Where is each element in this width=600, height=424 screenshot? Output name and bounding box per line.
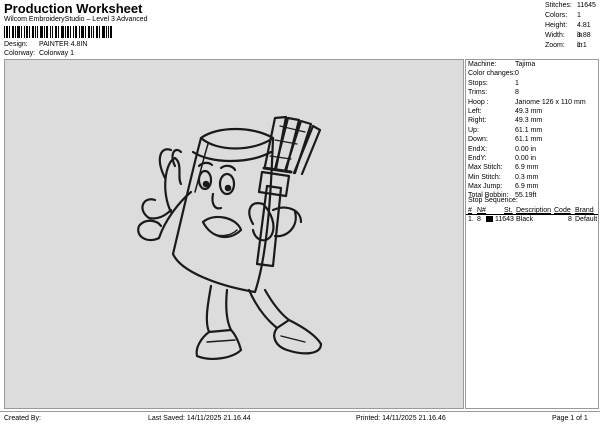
machine-info-value: 6.9 mm [515, 164, 539, 172]
machine-info-row: Up: 61.1 mm [466, 126, 598, 135]
machine-info-value: 0.00 in [515, 154, 537, 162]
zoom-value: 1:1 [577, 42, 587, 49]
machine-info-row: Machine: Tajima [466, 60, 598, 69]
machine-info-label: Min Stitch: [468, 173, 501, 181]
col-description: Description [516, 207, 552, 214]
machine-info-row: Max Stitch: 6.9 mm [466, 163, 598, 172]
stitches-label: Stitches: [545, 2, 572, 9]
footer: Created By: Last Saved: 14/11/2025 21.16… [0, 411, 600, 424]
machine-info-label: Color changes: [468, 70, 516, 78]
col-n: N# [477, 207, 486, 214]
page-title: Production Worksheet [4, 1, 143, 16]
width-label: Width: [545, 32, 565, 39]
color-swatch [486, 216, 493, 222]
machine-info-label: Trims: [468, 89, 488, 97]
colors-label: Colors: [545, 12, 568, 19]
machine-info-label: Machine: [468, 61, 497, 68]
colorway-label: Colorway: [4, 50, 36, 57]
machine-info-value: 1 [515, 79, 519, 87]
machine-info-value: Janome 126 x 110 mm [515, 98, 586, 106]
stitches-value: 11645 [577, 2, 596, 9]
machine-info-row: Stops: 1 [466, 79, 598, 88]
colors-value: 1 [577, 12, 581, 19]
col-st: St. [504, 207, 513, 214]
machine-info-value: 49.3 mm [515, 117, 543, 125]
machine-info-row: Trims: 8 [466, 88, 598, 97]
machine-info-value: 8 [515, 89, 519, 97]
col-code: Code [554, 207, 571, 214]
machine-info-value: 49.3 mm [515, 107, 543, 115]
machine-info-label: Stops: [468, 79, 488, 87]
machine-info-label: EndY: [468, 154, 487, 162]
row-n: 8 [477, 216, 481, 223]
design-preview [4, 59, 464, 409]
machine-info-value: 0.3 mm [515, 173, 539, 181]
row-stitches: 11643 [495, 216, 514, 223]
machine-info-row: Right: 49.3 mm [466, 116, 598, 125]
row-description: Black [516, 216, 534, 223]
machine-info-row: Down: 61.1 mm [466, 135, 598, 144]
created-by: Created By: [4, 415, 41, 422]
machine-info-row: EndY: 0.00 in [466, 154, 598, 163]
software-subtitle: Wilcom EmbroideryStudio – Level 3 Advanc… [4, 16, 148, 23]
design-row: Design: PAINTER 4.8IN [4, 41, 87, 48]
colorway-row: Colorway: Colorway 1 [4, 50, 74, 57]
row-brand: Default [575, 216, 598, 223]
machine-info-value: 61.1 mm [515, 126, 543, 134]
machine-info-label: Down: [468, 136, 488, 144]
machine-info-label: Up: [468, 126, 479, 134]
machine-info-label: Max Stitch: [468, 164, 503, 172]
design-label: Design: [4, 41, 28, 48]
machine-info-label: Max Jump: [468, 183, 503, 191]
barcode [4, 26, 112, 38]
machine-info-list: Machine: Tajima Color changes: 0 Stops: 1 Trim… [466, 60, 598, 201]
col-num: # [468, 207, 472, 214]
design-value: PAINTER 4.8IN [38, 41, 88, 48]
row-code: 8 [568, 216, 572, 223]
painter-mascot-embroidery [137, 115, 323, 360]
height-label: Height: [545, 22, 568, 29]
machine-info-row: EndX: 0.00 in [466, 145, 598, 154]
page-number: Page 1 of 1 [552, 415, 588, 422]
machine-info-value: Tajima [515, 61, 536, 68]
machine-info-label: Left: [468, 107, 482, 115]
machine-info-value: 61.1 mm [515, 136, 543, 144]
summary-box: Stitches: 11645 Colors: 1 Height: 4.81 in W… [545, 1, 597, 51]
machine-info-value: 0 [515, 70, 519, 78]
stop-sequence-title: Stop Sequence: [468, 197, 518, 204]
machine-info-row: Min Stitch: 0.3 mm [466, 173, 598, 182]
machine-info-row: Max Jump: 6.9 mm [466, 182, 598, 191]
table-row: 1. 8 11643 Black 8 Default [466, 215, 598, 224]
stop-sequence-table: # N# St. Description Code Brand 1. 8 116… [466, 206, 598, 224]
printed-date: Printed: 14/11/2025 21.16.46 [356, 415, 446, 422]
machine-info-row: Color changes: 0 [466, 69, 598, 78]
machine-info-value: 6.9 mm [515, 183, 539, 191]
colorway-value: Colorway 1 [38, 50, 74, 57]
stop-sequence-header: # N# St. Description Code Brand [466, 206, 598, 215]
zoom-label: Zoom: [545, 42, 565, 49]
machine-info-value: 0.00 in [515, 145, 537, 153]
col-brand: Brand [575, 207, 594, 214]
machine-info-label: EndX: [468, 145, 488, 153]
machine-info-row: Hoop : Janome 126 x 110 mm [466, 98, 598, 107]
machine-info-label: Right: [468, 117, 487, 125]
machine-info-value: 55.19ft [515, 192, 537, 200]
last-saved: Last Saved: 14/11/2025 21.16.44 [148, 415, 251, 422]
row-num: 1. [468, 216, 474, 223]
machine-info-label: Hoop : [468, 98, 489, 106]
machine-info-panel: Machine: Tajima Color changes: 0 Stops: 1 Trim… [465, 59, 599, 409]
machine-info-row: Left: 49.3 mm [466, 107, 598, 116]
